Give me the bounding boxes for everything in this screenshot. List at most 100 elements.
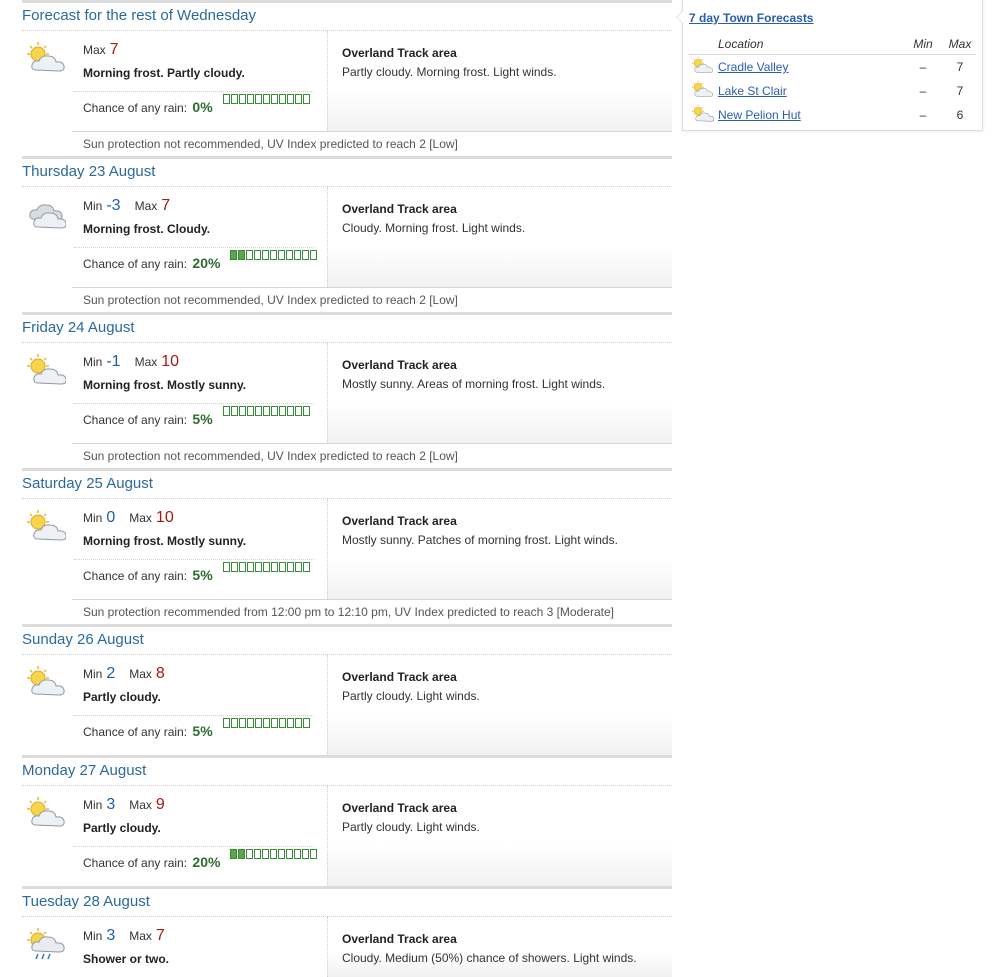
column-divider: [327, 343, 328, 443]
column-divider: [327, 917, 328, 977]
rain-bar-cell: [278, 94, 286, 104]
min-label: Min: [83, 355, 103, 369]
min-temp: 0: [106, 509, 116, 526]
rain-chance: Chance of any rain: 5%: [74, 559, 314, 589]
min-label: Min: [83, 511, 103, 525]
district-text: Partly cloudy. Morning frost. Light wind…: [342, 65, 557, 79]
day-heading: Tuesday 28 August: [22, 889, 672, 917]
mostly-sunny-icon: [24, 353, 67, 387]
temperatures: Min 3 Max 9: [83, 796, 165, 814]
rain-bar-cell: [262, 718, 270, 728]
max-label: Max: [129, 929, 152, 943]
district-text: Cloudy. Morning frost. Light winds.: [342, 221, 526, 235]
max-label: Max: [134, 199, 158, 213]
min-temp: -1: [106, 353, 121, 370]
district-text: Cloudy. Medium (50%) chance of showers. …: [342, 951, 637, 965]
rain-bar-cell: [310, 250, 318, 260]
day-forecast-body: Min -1 Max 10 Morning frost. Mostly sunny. Ch…: [22, 343, 672, 443]
rain-bar-cell: [270, 250, 278, 260]
max-label: Max: [83, 43, 106, 57]
rain-bar-cell: [302, 94, 310, 104]
day-heading: Friday 24 August: [22, 315, 672, 343]
rain-chance-bar: [222, 718, 311, 728]
day-forecast: Monday 27 August Min 3 Max 9 Partly cloudy. Ch…: [22, 755, 672, 886]
rain-bar-cell: [286, 94, 294, 104]
town-link[interactable]: New Pelion Hut: [718, 108, 801, 122]
rain-bar-cell: [294, 849, 302, 859]
forecast-summary: Partly cloudy.: [83, 690, 161, 704]
max-label: Max: [129, 511, 152, 525]
max-temp: 10: [155, 509, 174, 526]
rain-bar-cell: [246, 849, 254, 859]
rain-chance: Chance of any rain: 20%: [74, 247, 318, 277]
rain-bar-cell: [254, 94, 262, 104]
town-max: 7: [956, 60, 964, 74]
rain-bar-cell: [270, 562, 278, 572]
min-column-header: Min: [902, 33, 944, 55]
day-forecast: Thursday 23 August Min -3 Max 7 Morning frost…: [22, 156, 672, 312]
district-name: Overland Track area: [342, 46, 457, 60]
rain-bar-cell: [270, 94, 278, 104]
rain-bar-cell: [310, 849, 318, 859]
rain-chance-value: 5%: [192, 723, 213, 739]
rain-bar-cell: [302, 718, 310, 728]
partly-cloudy-icon: [24, 665, 66, 699]
rain-bar-cell: [262, 406, 270, 416]
max-temp: 7: [161, 197, 171, 214]
rain-bar-cell: [238, 562, 246, 572]
district-forecast: Overland Track area Partly cloudy. Light …: [327, 655, 672, 755]
rain-bar-cell: [254, 562, 262, 572]
rain-chance-label: Chance of any rain:: [83, 257, 188, 271]
column-divider: [327, 31, 328, 131]
rain-bar-cell: [230, 718, 238, 728]
min-temp: 3: [106, 796, 116, 813]
rain-bar-cell: [278, 718, 286, 728]
town-min: –: [919, 84, 927, 98]
rain-bar-cell: [286, 250, 294, 260]
day-forecast-body: Min 3 Max 9 Partly cloudy. Chance of any rain…: [22, 786, 672, 886]
rain-chance-value: 20%: [192, 255, 221, 271]
rain-bar-cell: [246, 250, 254, 260]
rain-bar-cell: [286, 562, 294, 572]
rain-bar-cell: [278, 849, 286, 859]
max-label: Max: [129, 667, 152, 681]
uv-advice: Sun protection not recommended, UV Index…: [72, 287, 672, 312]
rain-chance-label: Chance of any rain:: [83, 725, 188, 739]
day-forecast: Friday 24 August Min -1 Max 10 Morning frost.…: [22, 312, 672, 468]
rain-bar-cell: [254, 406, 262, 416]
town-row: New Pelion Hut – 6: [689, 103, 976, 127]
min-label: Min: [83, 667, 103, 681]
rain-chance-value: 0%: [192, 99, 213, 115]
rain-bar-cell: [278, 562, 286, 572]
rain-bar-cell: [222, 562, 230, 572]
rain-chance-label: Chance of any rain:: [83, 569, 188, 583]
rain-bar-cell: [270, 718, 278, 728]
rain-bar-cell: [302, 562, 310, 572]
town-link[interactable]: Cradle Valley: [718, 60, 788, 74]
day-heading: Sunday 26 August: [22, 627, 672, 655]
day-heading: Saturday 25 August: [22, 471, 672, 499]
rain-bar-cell: [238, 849, 246, 859]
max-column-header: Max: [944, 33, 976, 55]
town-forecasts-link[interactable]: 7 day Town Forecasts: [689, 11, 813, 25]
rain-bar-cell: [302, 406, 310, 416]
district-forecast: Overland Track area Partly cloudy. Mornin…: [327, 31, 672, 131]
day-forecast: Sunday 26 August Min 2 Max 8 Partly cloudy. Ch…: [22, 624, 672, 755]
town-forecasts-table: Location Min Max Cradle Valley –7 Lake St …: [689, 33, 976, 127]
town-min: –: [919, 60, 927, 74]
forecast-summary: Partly cloudy.: [83, 821, 161, 835]
max-label: Max: [129, 798, 152, 812]
district-forecast: Overland Track area Partly cloudy. Light …: [327, 786, 672, 886]
rain-bar-cell: [294, 562, 302, 572]
rain-chance-value: 20%: [192, 854, 221, 870]
town-row: Lake St Clair – 7: [689, 79, 976, 103]
day-heading: Forecast for the rest of Wednesday: [22, 3, 672, 31]
showers-icon: [24, 927, 66, 961]
rain-bar-cell: [270, 406, 278, 416]
min-temp: 2: [106, 665, 116, 682]
town-link[interactable]: Lake St Clair: [718, 84, 787, 98]
district-name: Overland Track area: [342, 358, 457, 372]
rain-chance-bar: [222, 562, 311, 572]
forecast-summary: Shower or two.: [83, 952, 170, 966]
town-forecasts-panel: 7 day Town Forecasts Location Min Max Cr…: [676, 0, 983, 131]
